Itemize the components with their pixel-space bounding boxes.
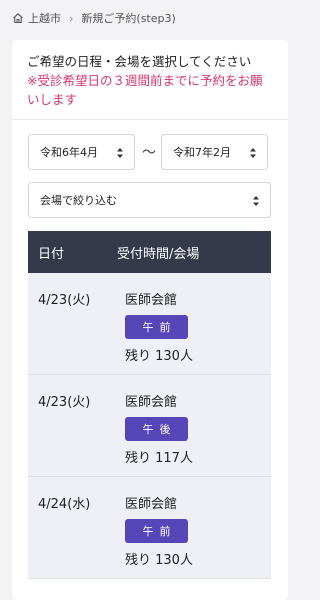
schedule-table: 日付 受付時間/会場 4/23(火) 医師会館 午前 残り 130人 4/23(…	[28, 231, 271, 579]
slot-button[interactable]: 午前	[125, 519, 188, 543]
venue-filter-select[interactable]: 会場で絞り込む	[28, 182, 271, 218]
row-date: 4/23(火)	[38, 395, 91, 410]
select-arrows-icon	[253, 196, 259, 206]
column-header-time-venue: 受付時間/会場	[117, 246, 200, 262]
page-title: ご希望の日程・会場を選択してください	[27, 54, 252, 69]
select-arrows-icon	[117, 148, 123, 158]
row-remaining: 残り 130人	[125, 553, 193, 568]
breadcrumb: 上越市 › 新規ご予約(step3)	[0, 0, 299, 36]
from-month-select[interactable]: 令和6年4月	[28, 134, 135, 170]
table-row[interactable]: 4/23(火) 医師会館 午後 残り 117人	[28, 375, 271, 477]
row-remaining: 残り 130人	[125, 349, 193, 364]
row-venue: 医師会館	[125, 395, 178, 410]
row-date: 4/23(火)	[38, 293, 91, 308]
range-separator: 〜	[142, 145, 156, 161]
to-month-value: 令和7年2月	[173, 146, 231, 159]
breadcrumb-home-link[interactable]: 上越市	[12, 10, 61, 26]
row-venue: 医師会館	[125, 293, 178, 308]
select-arrows-icon	[250, 148, 256, 158]
row-date: 4/24(水)	[38, 497, 91, 512]
table-row[interactable]: 4/24(水) 医師会館 午前 残り 130人	[28, 477, 271, 579]
home-icon	[13, 13, 23, 24]
row-venue: 医師会館	[125, 497, 178, 512]
from-month-value: 令和6年4月	[40, 146, 98, 159]
venue-filter-value: 会場で絞り込む	[40, 194, 117, 207]
slot-button[interactable]: 午前	[125, 315, 188, 339]
to-month-select[interactable]: 令和7年2月	[161, 134, 268, 170]
column-header-date: 日付	[38, 246, 65, 262]
breadcrumb-current: 新規ご予約(step3)	[81, 12, 176, 25]
table-header: 日付 受付時間/会場	[28, 231, 271, 273]
reservation-notice: ※受診希望日の３週間前までに予約をお願いします	[27, 73, 263, 107]
chevron-right-icon: ›	[69, 11, 74, 25]
intro-section: ご希望の日程・会場を選択してください ※受診希望日の３週間前までに予約をお願いし…	[12, 40, 288, 120]
table-row[interactable]: 4/23(火) 医師会館 午前 残り 130人	[28, 273, 271, 375]
breadcrumb-home-label: 上越市	[28, 12, 61, 25]
slot-button[interactable]: 午後	[125, 417, 188, 441]
row-remaining: 残り 117人	[125, 451, 193, 466]
